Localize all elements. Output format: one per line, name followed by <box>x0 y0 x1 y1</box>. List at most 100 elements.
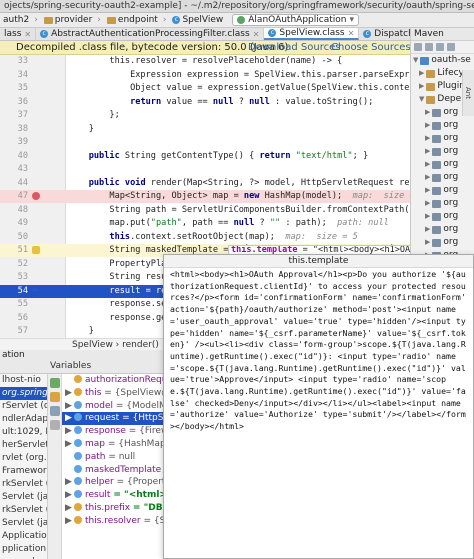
stack-frame[interactable]: rkServlet ( <box>0 504 47 517</box>
code-line[interactable]: 49 map.put("path", path == null ? "" : p… <box>0 217 410 230</box>
line-number[interactable]: 34 <box>0 69 28 82</box>
stack-frame[interactable]: ult:1029, Dis <box>0 426 47 439</box>
code-line[interactable]: 48 String path = ServletUriComponentsBui… <box>0 204 410 217</box>
download-sources-link[interactable]: Download Sources <box>248 41 340 54</box>
code-line[interactable]: 44 public void render(Map<String, ?> mod… <box>0 177 410 190</box>
nav-crumb-auth2[interactable]: auth2 › <box>0 13 41 27</box>
maven-tree-item[interactable]: ▶ org <box>411 210 474 223</box>
line-number[interactable]: 52 <box>0 258 28 271</box>
download-icon[interactable] <box>436 43 444 51</box>
code-line[interactable]: 35 Object value = expression.getValue(Sp… <box>0 82 410 95</box>
maven-tree-item[interactable]: ▶ org <box>411 197 474 210</box>
expand-toggle-icon[interactable]: ▶ <box>65 400 74 413</box>
line-number[interactable]: 40 <box>0 150 28 163</box>
execution-point-icon[interactable]: ➜ <box>32 286 37 295</box>
run-config-select[interactable]: AlanOAuthApplication ▾ <box>232 14 359 26</box>
stack-frame[interactable]: rkServlet ( <box>0 478 47 491</box>
code-line[interactable]: 38 } <box>0 123 410 136</box>
chevron-right-icon[interactable]: ▶ <box>425 119 430 132</box>
maven-tree-item[interactable]: ▶ org <box>411 223 474 236</box>
expand-toggle-icon[interactable]: ▶ <box>65 387 74 400</box>
stack-frame[interactable]: Servlet (javax.s <box>0 517 47 530</box>
code-line[interactable]: 47 Map<String, Object> map = new HashMap… <box>0 190 410 203</box>
maven-tree-item[interactable]: ▶ org <box>411 119 474 132</box>
maven-title[interactable]: Maven <box>411 28 474 41</box>
chevron-right-icon[interactable]: ▶ <box>425 210 430 223</box>
add-watch-icon[interactable] <box>50 378 60 388</box>
stack-frame[interactable]: herServlet ( <box>0 439 47 452</box>
restore-icon[interactable] <box>50 392 60 402</box>
code-line[interactable]: 37 }; <box>0 109 410 122</box>
line-number[interactable]: 54 <box>0 285 28 298</box>
nav-crumb-provider[interactable]: provider › <box>41 13 104 27</box>
chevron-right-icon[interactable]: ▶ <box>419 80 424 93</box>
line-number[interactable]: 38 <box>0 123 28 136</box>
line-number[interactable]: 36 <box>0 96 28 109</box>
breakpoint-icon[interactable] <box>32 192 40 200</box>
close-icon[interactable]: ✕ <box>348 28 355 40</box>
expand-toggle-icon[interactable]: ▶ <box>65 489 74 502</box>
chevron-right-icon[interactable]: ▶ <box>425 132 430 145</box>
stack-frame[interactable]: pplicationF <box>0 543 47 556</box>
layout-icon[interactable] <box>50 420 60 430</box>
close-icon[interactable]: ✕ <box>253 28 260 40</box>
chevron-right-icon[interactable]: ▶ <box>425 158 430 171</box>
maven-tree-item[interactable]: ▶ org <box>411 158 474 171</box>
debug-tab-title[interactable]: ation <box>2 350 25 360</box>
expand-toggle-icon[interactable]: ▶ <box>65 412 74 425</box>
stack-frame[interactable]: Servlet (javax.s <box>0 491 47 504</box>
chevron-right-icon[interactable]: ▶ <box>425 106 430 119</box>
chevron-right-icon[interactable]: ▶ <box>419 67 424 80</box>
maven-tree-item[interactable]: ▼ oauth-se <box>411 54 474 67</box>
close-icon[interactable]: ✕ <box>24 28 31 40</box>
stack-frame[interactable]: Framework <box>0 465 47 478</box>
expand-toggle-icon[interactable]: ▶ <box>65 476 74 489</box>
line-number[interactable]: 47 <box>0 190 28 203</box>
maven-tree-item[interactable]: ▶ org <box>411 171 474 184</box>
line-number[interactable]: 50 <box>0 231 28 244</box>
line-number[interactable]: 39 <box>0 136 28 149</box>
maven-tree-item[interactable]: ▶ org <box>411 132 474 145</box>
expand-toggle-icon[interactable]: ▶ <box>65 438 74 451</box>
chevron-down-icon[interactable]: ▼ <box>419 93 424 106</box>
code-line[interactable]: 34 Expression expression = SpelView.this… <box>0 69 410 82</box>
value-popup[interactable]: this.template <html><body><h1>OAuth Appr… <box>163 254 474 559</box>
stack-frame[interactable]: org.springf <box>0 387 47 400</box>
line-number[interactable]: 51 <box>0 244 28 257</box>
chevron-right-icon[interactable]: ▶ <box>425 236 430 249</box>
popup-value-text[interactable]: <html><body><h1>OAuth Approval</h1><p>Do… <box>164 268 473 433</box>
tab-lass[interactable]: lass ✕ <box>0 28 37 40</box>
choose-sources-link[interactable]: Choose Sources... <box>331 41 410 54</box>
stack-frame[interactable]: rvlet (org.sp <box>0 452 47 465</box>
code-line[interactable]: 40 public String getContentType() { retu… <box>0 150 410 163</box>
line-number[interactable]: 35 <box>0 82 28 95</box>
ant-side-tab[interactable]: Ant <box>462 70 474 116</box>
chevron-right-icon[interactable]: ▶ <box>425 145 430 158</box>
line-number[interactable]: 48 <box>0 204 28 217</box>
chevron-right-icon[interactable]: ▶ <box>425 171 430 184</box>
stack-frame[interactable]: ApplicationF <box>0 530 47 543</box>
chevron-down-icon[interactable]: ▼ <box>413 54 418 67</box>
line-number[interactable]: 56 <box>0 312 28 325</box>
line-number[interactable]: 57 <box>0 325 28 338</box>
line-number[interactable]: 43 <box>0 163 28 176</box>
maven-tree-item[interactable]: ▶ org <box>411 236 474 249</box>
maven-tree-item[interactable]: ▶ org <box>411 184 474 197</box>
code-line[interactable]: 36 return value == null ? null : value.t… <box>0 96 410 109</box>
chevron-right-icon[interactable]: ▶ <box>425 184 430 197</box>
line-number[interactable]: 44 <box>0 177 28 190</box>
nav-crumb-spelview[interactable]: c SpelView <box>169 13 226 27</box>
line-number[interactable]: 53 <box>0 271 28 284</box>
intention-bulb-icon[interactable] <box>32 246 40 254</box>
frames-list[interactable]: lhost-nio org.springf rServlet (o ndlerAdap… <box>0 374 48 559</box>
chevron-right-icon[interactable]: ▶ <box>425 197 430 210</box>
code-line[interactable]: 39 <box>0 136 410 149</box>
chevron-right-icon[interactable]: ▶ <box>425 223 430 236</box>
stack-frame[interactable]: ndlerAdapt <box>0 413 47 426</box>
refresh-icon[interactable] <box>414 43 422 51</box>
expand-toggle-icon[interactable]: ▶ <box>65 515 74 528</box>
stack-frame[interactable]: rServlet (o <box>0 400 47 413</box>
line-number[interactable]: 33 <box>0 55 28 68</box>
settings-icon[interactable] <box>50 406 60 416</box>
expand-toggle-icon[interactable]: ▶ <box>65 502 74 515</box>
